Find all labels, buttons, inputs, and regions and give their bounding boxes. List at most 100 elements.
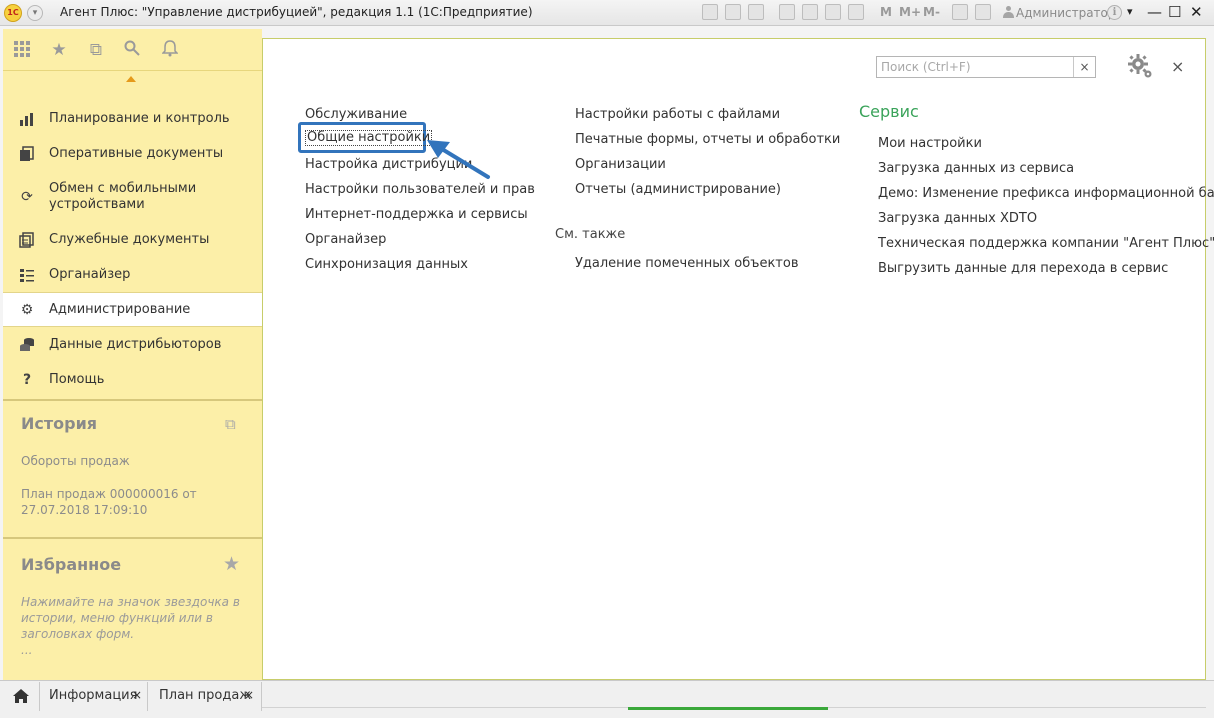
minimize-button[interactable]: —	[1147, 3, 1162, 21]
service-documents-icon	[19, 231, 35, 248]
sidebar-menu: Планирование и контроль Оперативные доку…	[3, 101, 262, 397]
close-window-button[interactable]: ✕	[1190, 3, 1203, 21]
history-list-icon[interactable]: ⧉	[225, 415, 236, 433]
tab-label: План продаж	[159, 688, 252, 703]
info-icon[interactable]: i	[1107, 5, 1122, 20]
sidebar-item-organizer[interactable]: Органайзер	[3, 257, 262, 292]
link-organizations[interactable]: Организации	[575, 157, 666, 173]
sidebar-item-label: Обмен с мобильными устройствами	[49, 180, 197, 212]
bell-icon[interactable]	[160, 40, 180, 60]
save-icon[interactable]	[702, 4, 718, 20]
search-box: ×	[876, 56, 1096, 78]
tab-information[interactable]: Информация ×	[40, 682, 148, 711]
organizer-icon	[19, 267, 35, 283]
service-title: Сервис	[859, 102, 919, 121]
see-also-title: См. также	[555, 227, 626, 242]
sidebar-item-label: Администрирование	[49, 301, 191, 317]
memory-minus-button[interactable]: M-	[923, 5, 940, 19]
tab-label: Информация	[49, 688, 138, 703]
general-settings-highlight: Общие настройки	[298, 122, 433, 153]
link-demo-prefix[interactable]: Демо: Изменение префикса информационной …	[878, 186, 1214, 202]
sidebar-item-mobile-exchange[interactable]: ⟳ Обмен с мобильными устройствами	[3, 171, 262, 222]
link-users-and-rights[interactable]: Настройки пользователей и прав	[305, 182, 535, 198]
panels-icon[interactable]	[975, 4, 991, 20]
window-title: Агент Плюс: "Управление дистрибуцией", р…	[60, 5, 533, 19]
link-load-from-service[interactable]: Загрузка данных из сервиса	[878, 161, 1074, 177]
user-icon	[1003, 6, 1014, 19]
home-tab[interactable]	[3, 682, 40, 711]
favorites-hint: Нажимайте на значок звездочка в истории,…	[21, 594, 241, 658]
link-internet-support[interactable]: Интернет-поддержка и сервисы	[305, 207, 528, 223]
user-name[interactable]: Администратор	[1016, 6, 1116, 20]
sidebar-item-planning[interactable]: Планирование и контроль	[3, 101, 262, 136]
preview-icon[interactable]	[748, 4, 764, 20]
calendar-icon[interactable]	[848, 4, 864, 20]
copy-icon[interactable]	[802, 4, 818, 20]
section-bar: ★ ⧉	[3, 29, 262, 70]
link-data-sync[interactable]: Синхронизация данных	[305, 257, 468, 273]
maximize-button[interactable]: ☐	[1168, 3, 1181, 21]
title-bar: 1С ▾ Агент Плюс: "Управление дистрибуцие…	[0, 0, 1214, 26]
memory-button[interactable]: M	[880, 5, 892, 19]
link-maintenance[interactable]: Обслуживание	[305, 107, 407, 123]
search-icon[interactable]	[122, 40, 142, 60]
pointer-arrow-icon	[427, 140, 490, 179]
sidebar-item-service-documents[interactable]: Служебные документы	[3, 222, 262, 257]
home-icon	[13, 689, 29, 703]
upload-icon[interactable]	[779, 4, 795, 20]
documents-icon	[19, 145, 35, 162]
link-my-settings[interactable]: Мои настройки	[878, 136, 982, 152]
link-admin-reports[interactable]: Отчеты (администрирование)	[575, 182, 781, 198]
search-input[interactable]	[877, 57, 1073, 77]
sidebar-item-administration[interactable]: ⚙ Администрирование	[3, 292, 262, 327]
sync-icon: ⟳	[21, 188, 33, 205]
history-icon[interactable]: ⧉	[86, 40, 106, 60]
1c-logo-icon: 1С	[4, 4, 22, 22]
close-icon[interactable]: ×	[1171, 57, 1184, 76]
question-icon: ?	[22, 371, 32, 388]
sidebar-item-operative-documents[interactable]: Оперативные документы	[3, 136, 262, 171]
divider	[3, 70, 262, 71]
close-tab-icon[interactable]: ×	[244, 688, 254, 702]
history-item[interactable]: План продаж 000000016 от 27.07.2018 17:0…	[21, 486, 201, 518]
left-panel: ★ ⧉ Планирование и контроль Оперативные …	[3, 29, 262, 680]
sidebar-item-help[interactable]: ? Помощь	[3, 362, 262, 397]
progress-indicator	[628, 707, 828, 710]
main-content: × × Обслуживание Настройка дистрибуции О…	[262, 38, 1214, 680]
memory-plus-button[interactable]: M+	[899, 5, 921, 19]
settings-gear-icon[interactable]	[1127, 53, 1155, 81]
sidebar-item-distributors[interactable]: Данные дистрибьюторов	[3, 327, 262, 362]
star-icon[interactable]: ★	[49, 40, 69, 60]
link-organizer[interactable]: Органайзер	[305, 232, 386, 248]
link-file-settings[interactable]: Настройки работы с файлами	[575, 107, 780, 123]
history-title: История	[21, 414, 98, 433]
link-print-forms[interactable]: Печатные формы, отчеты и обработки	[575, 132, 840, 148]
zoom-icon[interactable]	[952, 4, 968, 20]
favorites-ellipsis: ...	[21, 643, 33, 657]
main-menu-icon[interactable]: ▾	[27, 5, 43, 21]
link-export-to-service[interactable]: Выгрузить данные для перехода в сервис	[878, 261, 1168, 277]
sidebar-item-label: Планирование и контроль	[49, 110, 230, 126]
favorites-hint-text: Нажимайте на значок звездочка в истории,…	[21, 595, 240, 641]
sidebar-item-label: Органайзер	[49, 266, 131, 282]
link-general-settings[interactable]: Общие настройки	[305, 130, 433, 146]
gear-icon: ⚙	[20, 301, 34, 318]
link-tech-support[interactable]: Техническая поддержка компании "Агент Пл…	[878, 236, 1214, 252]
dropdown-icon[interactable]: ▾	[1127, 3, 1133, 21]
close-tab-icon[interactable]: ×	[132, 688, 142, 702]
sidebar-item-label: Помощь	[49, 371, 105, 387]
sidebar-item-label: Служебные документы	[49, 231, 210, 247]
section-pointer-icon	[126, 76, 136, 82]
link-load-xdto[interactable]: Загрузка данных XDTO	[878, 211, 1037, 227]
link-delete-marked[interactable]: Удаление помеченных объектов	[575, 256, 798, 272]
distributors-icon	[19, 337, 35, 353]
calculator-icon[interactable]	[825, 4, 841, 20]
tab-sales-plan[interactable]: План продаж ×	[150, 682, 262, 711]
print-icon[interactable]	[725, 4, 741, 20]
apps-grid-icon[interactable]	[12, 40, 32, 60]
open-windows-bar: Информация × План продаж ×	[0, 680, 1214, 718]
search-clear-button[interactable]: ×	[1073, 57, 1095, 77]
history-item[interactable]: Обороты продаж	[21, 453, 241, 469]
chart-icon	[19, 111, 35, 127]
star-icon[interactable]: ★	[223, 553, 240, 575]
